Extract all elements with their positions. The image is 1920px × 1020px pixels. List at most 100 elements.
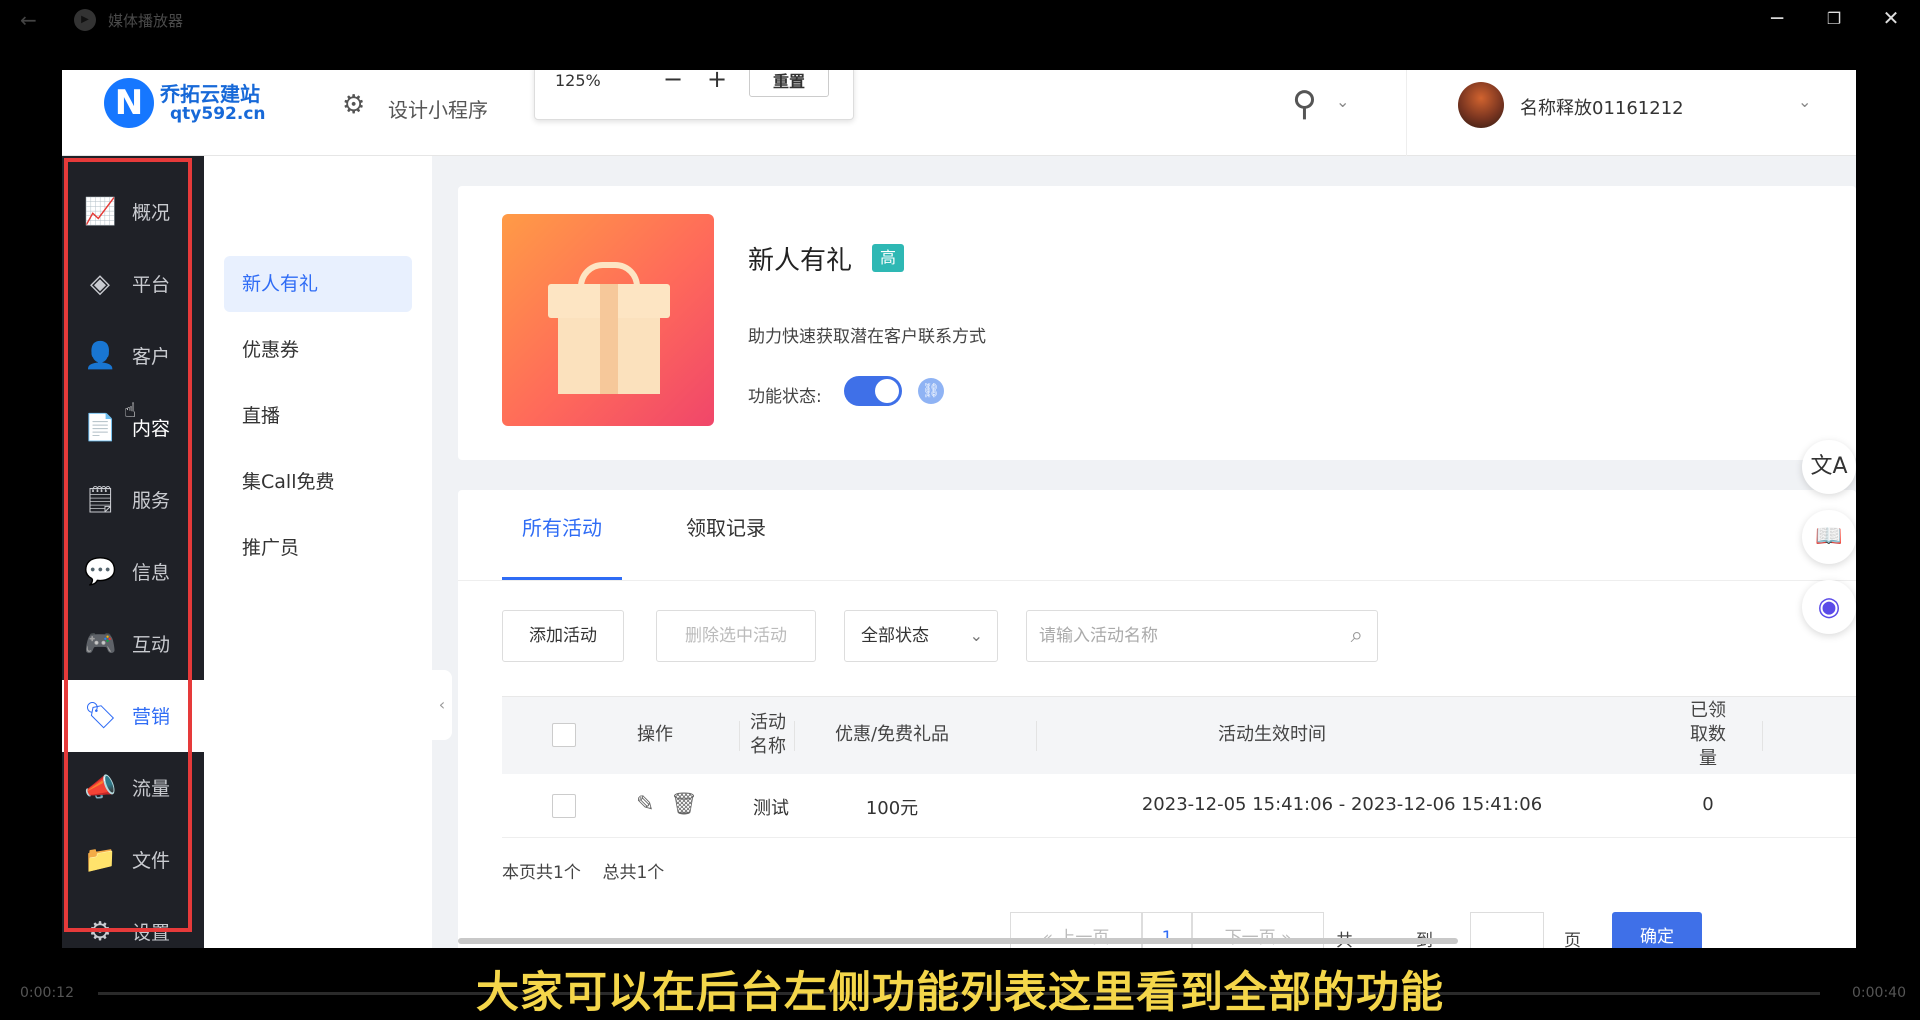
zoom-in-button[interactable]: +	[707, 70, 727, 93]
user-icon[interactable]: ⚲	[1292, 84, 1317, 124]
confirm-page-button[interactable]: 确定	[1612, 912, 1702, 948]
layers-icon: ◈	[90, 269, 110, 299]
sidebar-item-label: 内容	[132, 418, 171, 440]
top-header: N 乔拓云建站 qty592.cn ⚙ 设计小程序 125% − + 重置 ⚲ …	[62, 70, 1856, 156]
player-titlebar: ← ▶ 媒体播放器 ─ ❐ ✕	[0, 0, 1920, 40]
row-gift: 100元	[865, 798, 919, 819]
sidebar-item-label: 流量	[132, 778, 171, 800]
row-claimed-count: 0	[1702, 794, 1714, 815]
feature-description: 助力快速获取潜在客户联系方式	[748, 327, 986, 347]
gift-icon	[548, 262, 670, 396]
video-subtitle: 大家可以在后台左侧功能列表这里看到全部的功能	[476, 968, 1444, 1018]
feature-status-toggle[interactable]	[844, 376, 902, 406]
table-row: ✎ 🗑 测试 100元 2023-12-05 15:41:06 - 2023-1…	[502, 774, 1856, 838]
brand-name: 乔拓云建站	[160, 82, 260, 106]
sidebar-item-service[interactable]: 🗒 服务	[62, 464, 204, 536]
sidebar-item-label: 客户	[132, 346, 171, 368]
avatar[interactable]	[1458, 82, 1504, 128]
zoom-out-button[interactable]: −	[663, 70, 683, 93]
activities-card: 所有活动 领取记录 添加活动 删除选中活动 全部状态 ⌄ ⌕ 操作 活动名称 优…	[458, 490, 1856, 948]
subnav-item-live[interactable]: 直播	[224, 388, 412, 444]
close-button[interactable]: ✕	[1876, 6, 1906, 30]
mini-program-icon[interactable]: ⚙	[342, 90, 365, 120]
sidebar-item-label: 营销	[132, 706, 171, 728]
sidebar-item-marketing[interactable]: 🏷 营销	[62, 680, 204, 752]
design-mini-program-link[interactable]: 设计小程序	[388, 94, 488, 123]
interact-icon: 🎮	[84, 629, 117, 659]
sidebar-item-traffic[interactable]: 📣 流量	[62, 752, 204, 824]
reader-icon[interactable]: 📖	[1802, 510, 1856, 564]
subnav-item-call-free[interactable]: 集Call免费	[224, 454, 412, 510]
select-all-checkbox[interactable]	[552, 723, 576, 747]
sidebar-item-message[interactable]: 💬 信息	[62, 536, 204, 608]
zoom-control: 125% − + 重置	[534, 70, 854, 120]
subnav-item-promoter[interactable]: 推广员	[224, 520, 412, 576]
page-unit: 页	[1564, 931, 1581, 948]
sidebar: 📈 概况 ◈ 平台 👤 客户 📄 内容 🗒 服务 💬 信息 🎮 互动 🏷 营销 …	[62, 156, 204, 948]
horizontal-scrollbar[interactable]	[458, 938, 1458, 944]
search-icon[interactable]: ⌕	[1351, 623, 1363, 648]
chevron-down-icon[interactable]: ⌄	[1336, 92, 1349, 111]
header-gift: 优惠/免费礼品	[834, 724, 950, 745]
tab-claim-records[interactable]: 领取记录	[686, 490, 786, 580]
summary-page-count: 本页共1个	[502, 863, 581, 883]
sidebar-item-customer[interactable]: 👤 客户	[62, 320, 204, 392]
settings-icon: ⚙	[88, 917, 112, 947]
customer-icon: 👤	[84, 341, 117, 371]
subnav-item-newcomer-gift[interactable]: 新人有礼	[224, 256, 412, 312]
sidebar-item-label: 互动	[132, 634, 171, 656]
row-time: 2023-12-05 15:41:06 - 2023-12-06 15:41:0…	[1141, 794, 1543, 815]
add-activity-button[interactable]: 添加活动	[502, 610, 624, 662]
tab-all-activities[interactable]: 所有活动	[502, 490, 622, 580]
header-divider	[1406, 70, 1407, 156]
robot-assistant-icon[interactable]: ◉	[1802, 580, 1856, 634]
trash-icon[interactable]: 🗑	[670, 792, 698, 817]
edit-icon[interactable]: ✎	[636, 792, 654, 817]
search-input[interactable]	[1027, 611, 1327, 661]
megaphone-icon: 📣	[84, 773, 117, 803]
link-icon[interactable]: ⛓	[918, 378, 944, 404]
page-summary: 本页共1个 总共1个	[502, 858, 664, 883]
row-checkbox[interactable]	[552, 794, 576, 818]
sidebar-item-label: 信息	[132, 562, 171, 584]
delete-selected-button[interactable]: 删除选中活动	[656, 610, 816, 662]
sidebar-item-overview[interactable]: 📈 概况	[62, 176, 204, 248]
collapse-handle[interactable]: ‹	[432, 670, 452, 740]
chevron-down-icon[interactable]: ⌄	[1798, 92, 1811, 111]
zoom-reset-button[interactable]: 重置	[749, 70, 829, 97]
restore-button[interactable]: ❐	[1819, 9, 1849, 28]
app-viewport: N 乔拓云建站 qty592.cn ⚙ 设计小程序 125% − + 重置 ⚲ …	[62, 70, 1856, 948]
sidebar-item-label: 文件	[132, 850, 171, 872]
tab-divider	[458, 580, 1856, 581]
account-name[interactable]: 名称释放01161212	[1520, 94, 1684, 120]
feature-card: 新人有礼 高 助力快速获取潜在客户联系方式 功能状态: ⛓	[458, 186, 1856, 460]
sidebar-item-files[interactable]: 📁 文件	[62, 824, 204, 896]
minimize-button[interactable]: ─	[1762, 6, 1792, 30]
feature-title: 新人有礼	[748, 246, 853, 276]
brand-logo[interactable]: N	[104, 78, 154, 128]
sidebar-item-label: 平台	[132, 274, 171, 296]
brand-domain: qty592.cn	[170, 104, 266, 124]
header-operation: 操作	[637, 724, 673, 745]
status-label: 功能状态:	[748, 387, 822, 407]
header-claimed-count: 已领取数量	[1690, 700, 1726, 769]
goto-label: 到第	[1416, 926, 1433, 948]
total-pages: 共1页	[1336, 926, 1353, 948]
player-logo-icon: ▶	[74, 9, 96, 31]
back-arrow-icon[interactable]: ←	[20, 8, 37, 32]
table-header: 操作 活动名称 优惠/免费礼品 活动生效时间 已领取数量	[502, 696, 1856, 774]
status-select[interactable]: 全部状态 ⌄	[844, 610, 998, 662]
sidebar-item-interact[interactable]: 🎮 互动	[62, 608, 204, 680]
mouse-cursor-icon: ☝	[124, 398, 137, 422]
subnav-item-coupon[interactable]: 优惠券	[224, 322, 412, 378]
document-icon: 📄	[84, 413, 117, 443]
sidebar-item-platform[interactable]: ◈ 平台	[62, 248, 204, 320]
tag-icon: 🏷	[84, 701, 118, 731]
goto-page-input[interactable]	[1470, 912, 1544, 948]
sidebar-item-settings[interactable]: ⚙ 设置	[62, 896, 204, 948]
activities-table: 操作 活动名称 优惠/免费礼品 活动生效时间 已领取数量 ✎ 🗑 测试 100元…	[502, 696, 1856, 838]
status-select-value: 全部状态	[861, 626, 929, 646]
translate-icon[interactable]: 文A	[1802, 440, 1856, 494]
service-icon: 🗒	[84, 485, 118, 515]
player-title: 媒体播放器	[108, 12, 184, 30]
